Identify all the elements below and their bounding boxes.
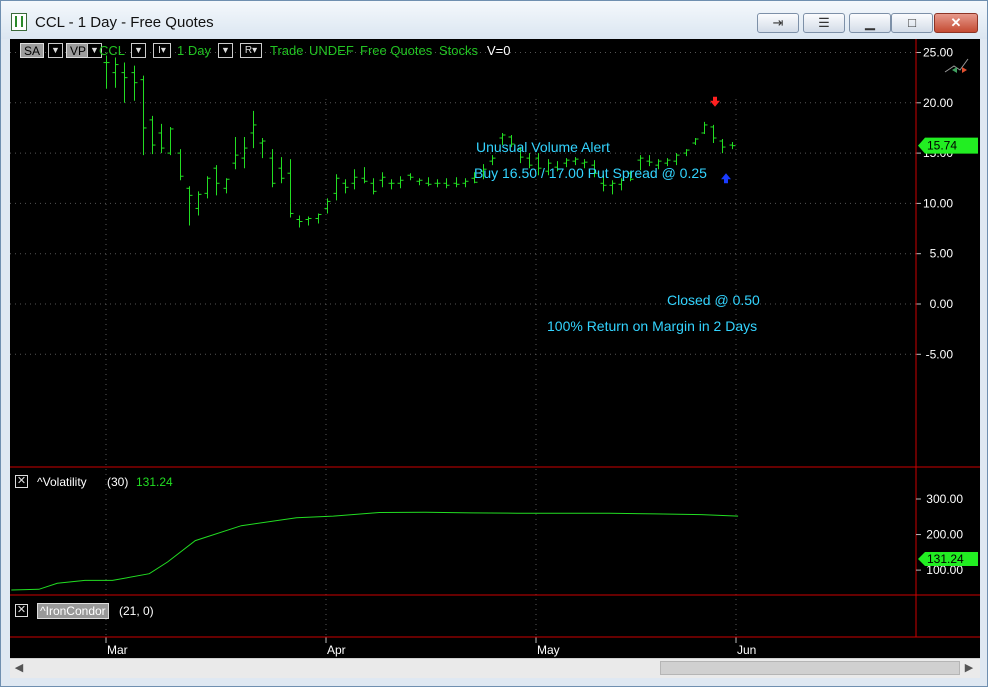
chart-area[interactable]: 30.0025.0020.0015.0010.005.000.00-5.00Ma… [10, 39, 980, 658]
annotation-alert-title: Unusual Volume Alert [476, 139, 610, 155]
scroll-thumb[interactable] [660, 661, 960, 675]
chart-svg[interactable]: 30.0025.0020.0015.0010.005.000.00-5.00Ma… [10, 39, 980, 658]
close-button[interactable]: ✕ [934, 13, 978, 33]
mode-label: Trade [270, 43, 304, 58]
trend-arrow-right-icon [962, 67, 967, 73]
sell-signal-arrow-icon [710, 96, 720, 107]
volatility-line [11, 511, 739, 591]
y-tick-label: 20.00 [923, 96, 953, 110]
volatility-period: (30) [107, 475, 129, 489]
chart-app-icon [11, 13, 27, 31]
horizontal-scrollbar[interactable]: ◀ ▶ [10, 658, 980, 678]
scroll-left-icon[interactable]: ◀ [12, 661, 26, 675]
type-label: Stocks [439, 43, 479, 58]
volatility-label: ^Volatility [37, 475, 87, 489]
scroll-right-icon[interactable]: ▶ [962, 661, 976, 675]
y-tick-label: -5.00 [926, 347, 954, 361]
ironcondor-params: (21, 0) [119, 604, 154, 618]
y-tick-label: 0.00 [930, 297, 954, 311]
y-tick-label: 10.00 [923, 196, 953, 210]
volume-flag: V=0 [487, 43, 511, 58]
properties-button[interactable]: ☰ [803, 13, 845, 33]
buy-signal-arrow-icon [721, 173, 731, 184]
undef-label: UNDEF [309, 43, 354, 58]
pin-button[interactable]: ⇥ [757, 13, 799, 33]
title-bar[interactable]: CCL - 1 Day - Free Quotes ⇥ ☰ ▁ □ ✕ [1, 1, 987, 39]
vol-y-tick-label: 300.00 [926, 492, 963, 506]
window-title: CCL - 1 Day - Free Quotes [35, 14, 214, 31]
close-volatility-icon[interactable]: ✕ [15, 475, 28, 488]
chart-window: CCL - 1 Day - Free Quotes ⇥ ☰ ▁ □ ✕ 30.0… [0, 0, 988, 687]
annotation-alert-trade: Buy 16.50 / 17.00 Put Spread @ 0.25 [474, 165, 707, 181]
interval-dropdown[interactable]: ▼ [218, 43, 233, 58]
y-tick-label: 5.00 [930, 247, 954, 261]
maximize-button[interactable]: □ [891, 13, 933, 33]
vol-y-tick-label: 200.00 [926, 528, 963, 542]
symbol-dropdown[interactable]: ▼ [131, 43, 146, 58]
x-tick-label: Jun [737, 643, 756, 657]
last-price-label: 15.74 [927, 139, 957, 153]
annotation-closed: Closed @ 0.50 [667, 292, 760, 308]
symbol-label[interactable]: CCL [99, 43, 125, 58]
indicator-button[interactable]: I▾ [153, 43, 171, 58]
interval-label[interactable]: 1 Day [177, 43, 211, 58]
sa-button[interactable]: SA [20, 43, 45, 58]
minimize-button[interactable]: ▁ [849, 13, 891, 33]
x-tick-label: Apr [327, 643, 346, 657]
close-ironcondor-icon[interactable]: ✕ [15, 604, 28, 617]
range-button[interactable]: R▾ [240, 43, 262, 58]
annotation-return: 100% Return on Margin in 2 Days [547, 318, 757, 334]
ironcondor-label[interactable]: ^IronCondor [37, 603, 109, 619]
y-tick-label: 25.00 [923, 46, 953, 60]
x-tick-label: May [537, 643, 560, 657]
quotes-label: Free Quotes [360, 43, 433, 58]
trend-arrow-left-icon [952, 67, 957, 73]
volatility-marker-label: 131.24 [927, 552, 964, 566]
x-tick-label: Mar [107, 643, 128, 657]
sa-dropdown[interactable]: ▼ [48, 43, 63, 58]
volatility-value: 131.24 [136, 475, 173, 489]
